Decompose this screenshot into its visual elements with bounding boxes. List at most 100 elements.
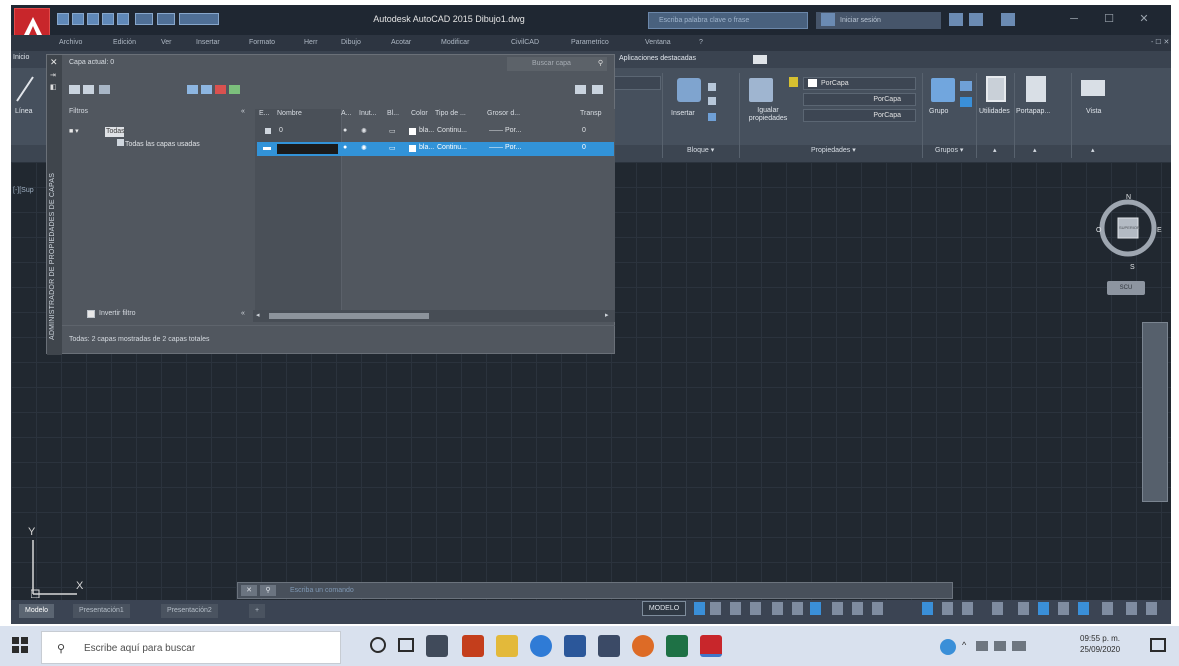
column-header-lineweight[interactable]: Grosor d... <box>487 110 520 117</box>
network-icon[interactable] <box>976 641 988 651</box>
clipboard-icon[interactable] <box>1026 76 1046 102</box>
group-icon[interactable] <box>931 78 955 102</box>
menu-archivo[interactable]: Archivo <box>59 37 82 49</box>
block-attributes-icon[interactable] <box>708 113 716 121</box>
taskbar-search-box[interactable]: ⚲ Escribe aquí para buscar <box>41 631 341 664</box>
menu-ventana[interactable]: Ventana <box>645 37 671 49</box>
file-explorer-icon[interactable] <box>496 635 518 657</box>
palette-close-icon[interactable]: ✕ <box>50 57 58 68</box>
layer-transparency[interactable]: 0 <box>582 144 586 151</box>
clipboard-expand-icon[interactable]: ▴ <box>1033 146 1037 154</box>
panel-bloque[interactable]: Bloque ▾ <box>687 146 714 154</box>
object-snap-tracking-icon[interactable] <box>792 602 803 615</box>
edge-icon[interactable] <box>530 635 552 657</box>
command-search-icon[interactable]: ⚲ <box>260 585 276 596</box>
doc-window-controls[interactable]: - ☐ ✕ <box>1151 37 1169 49</box>
clean-screen-icon[interactable] <box>1078 602 1089 615</box>
isolate-objects-icon[interactable] <box>1038 602 1049 615</box>
sun-thaw-icon[interactable]: ✺ <box>361 127 367 135</box>
ribbon-tab-inicio[interactable]: Inicio <box>13 54 29 61</box>
invert-filter-checkbox[interactable] <box>87 310 95 318</box>
new-property-filter-icon[interactable] <box>69 85 80 94</box>
insert-block-icon[interactable] <box>677 78 701 102</box>
column-header-transparency[interactable]: Transp <box>580 110 602 117</box>
unlock-icon[interactable]: ▭ <box>389 127 396 135</box>
layer-states-manager-icon[interactable] <box>99 85 110 94</box>
scrollbar-thumb[interactable] <box>269 313 429 319</box>
sun-thaw-icon[interactable]: ✺ <box>361 144 367 152</box>
tray-overflow-icon[interactable]: ^ <box>962 640 966 650</box>
excel-icon[interactable] <box>666 635 688 657</box>
notifications-icon[interactable] <box>1150 638 1166 652</box>
lightbulb-on-icon[interactable]: ● <box>343 127 347 134</box>
new-layer-icon[interactable] <box>187 85 198 94</box>
tab-presentacion1[interactable]: Presentación1 <box>73 604 130 618</box>
open-file-icon[interactable] <box>72 13 84 25</box>
workspace-switching-icon[interactable] <box>992 602 1003 615</box>
group-edit-icon[interactable] <box>960 97 972 107</box>
layer-color[interactable]: bla... <box>419 127 434 134</box>
add-layout-button[interactable]: + <box>249 604 266 618</box>
table-row-selected[interactable]: ● ✺ ▭ bla... Continu... —— Por... 0 <box>257 142 614 156</box>
layer-linetype[interactable]: Continu... <box>437 144 467 151</box>
word-icon[interactable] <box>564 635 586 657</box>
utilities-icon[interactable] <box>986 76 1006 102</box>
isodraft-icon[interactable] <box>772 602 783 615</box>
polar-tracking-icon[interactable] <box>750 602 761 615</box>
menu-parametrico[interactable]: Parametrico <box>571 37 609 49</box>
layer-dropdown[interactable] <box>609 76 661 90</box>
windows-start-icon[interactable] <box>10 635 30 655</box>
palette-autohide-icon[interactable]: ⇥ <box>50 71 56 79</box>
menu-herr[interactable]: Herr <box>304 37 318 49</box>
keyboard-icon[interactable] <box>1012 641 1026 651</box>
new-layer-vp-frozen-icon[interactable] <box>201 85 212 94</box>
menu-civilcad[interactable]: CivilCAD <box>511 37 539 49</box>
menu-modificar[interactable]: Modificar <box>441 37 469 49</box>
a360-icon[interactable] <box>821 13 835 26</box>
table-row[interactable]: 0 ● ✺ ▭ bla... Continu... —— Por... 0 <box>257 125 614 139</box>
line-tool-icon[interactable] <box>15 75 35 103</box>
powerpoint-icon[interactable] <box>462 635 484 657</box>
layer-lineweight[interactable]: —— Por... <box>489 127 521 134</box>
store-icon[interactable] <box>426 635 448 657</box>
palette-properties-icon[interactable]: ◧ <box>50 83 57 91</box>
menu-ver[interactable]: Ver <box>161 37 172 49</box>
layer-color[interactable]: bla... <box>419 144 434 151</box>
column-header-lock[interactable]: Bl... <box>387 110 399 117</box>
layer-transparency[interactable]: 0 <box>582 127 586 134</box>
tab-modelo[interactable]: Modelo <box>19 604 54 618</box>
filter-todas-capas-usadas[interactable]: Todas las capas usadas <box>125 141 200 148</box>
viewcube-south[interactable]: S <box>1130 264 1135 271</box>
horizontal-scrollbar[interactable]: ◂ ▸ <box>253 310 615 322</box>
color-dropdown[interactable]: PorCapa <box>803 77 916 90</box>
menu-dibujo[interactable]: Dibujo <box>341 37 361 49</box>
tab-presentacion2[interactable]: Presentación2 <box>161 604 218 618</box>
autocad-taskbar-icon[interactable] <box>700 635 722 657</box>
scroll-left-icon[interactable]: ◂ <box>256 311 260 319</box>
tab-aplicaciones-destacadas[interactable]: Aplicaciones destacadas <box>619 55 696 62</box>
create-block-icon[interactable] <box>708 83 716 91</box>
command-close-button[interactable]: ✕ <box>241 585 257 596</box>
column-header-status[interactable]: E... <box>259 110 270 117</box>
command-input[interactable]: Escriba un comando <box>290 583 890 598</box>
discord-icon[interactable] <box>598 635 620 657</box>
workspace-dropdown[interactable] <box>179 13 219 25</box>
wcs-menu[interactable]: SCU <box>1107 281 1145 295</box>
viewcube-west[interactable]: O <box>1096 227 1101 234</box>
unlock-icon[interactable]: ▭ <box>389 144 396 152</box>
cortana-icon[interactable] <box>370 637 386 653</box>
undo-icon[interactable] <box>135 13 153 25</box>
lineweight-display-icon[interactable] <box>832 602 843 615</box>
task-view-icon[interactable] <box>398 638 414 652</box>
viewport-controls[interactable]: [-][Sup <box>13 187 34 194</box>
set-current-icon[interactable] <box>229 85 240 94</box>
lineweight-dropdown[interactable]: PorCapa <box>803 93 916 106</box>
refresh-icon[interactable] <box>575 85 586 94</box>
model-space-button[interactable]: MODELO <box>642 601 686 616</box>
close-icon[interactable]: ✕ <box>1131 10 1157 28</box>
column-header-color[interactable]: Color <box>411 110 428 117</box>
autodesk-app-icon[interactable] <box>969 13 983 26</box>
save-as-icon[interactable] <box>102 13 114 25</box>
column-header-name[interactable]: Nombre <box>277 110 302 117</box>
panel-grupos[interactable]: Grupos ▾ <box>935 146 963 154</box>
